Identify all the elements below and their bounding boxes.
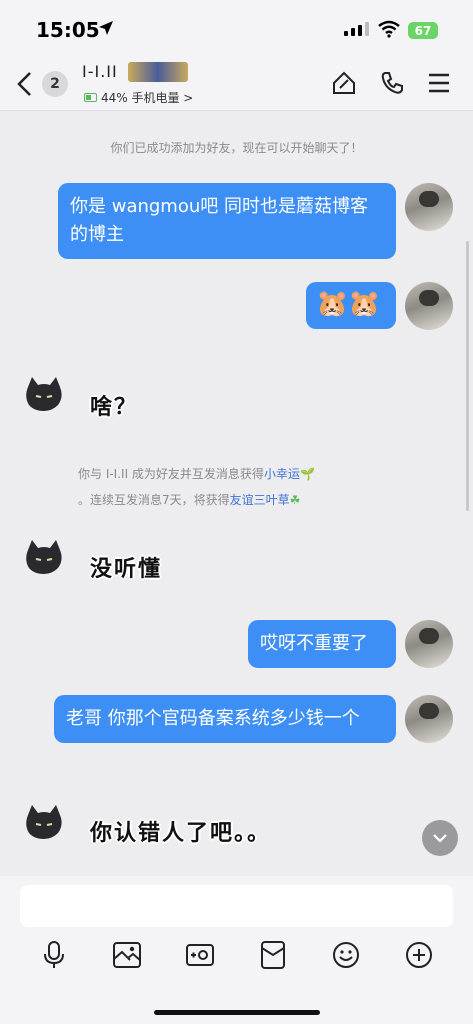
scrollbar[interactable] — [466, 241, 469, 511]
avatar-contact-cat[interactable] — [22, 373, 66, 417]
chevron-down-icon — [433, 834, 447, 843]
avatar-contact-cat[interactable] — [22, 801, 66, 845]
clover-icon: ☘ — [289, 493, 301, 507]
sprout-icon: 🌱 — [299, 467, 315, 481]
emoji-icon — [332, 942, 359, 968]
location-arrow-icon — [99, 21, 113, 35]
chat-area[interactable]: 你们已成功添加为好友，现在可以开始聊天了！ 你是 wangmou吧 同时也是蘑菇… — [0, 111, 473, 876]
redpacket-icon — [260, 941, 285, 969]
camera-icon — [186, 944, 215, 966]
phone-icon[interactable] — [379, 70, 405, 96]
avatar-self[interactable] — [405, 620, 453, 668]
system-message-friendship: 你与 I-I.II 成为好友并互发消息获得小幸运🌱 。连续互发消息7天，将获得友… — [78, 461, 396, 513]
home-icon[interactable] — [331, 70, 357, 96]
battery-level: 67 — [414, 23, 432, 38]
mic-icon — [44, 941, 65, 968]
menu-icon[interactable] — [427, 70, 451, 96]
header-actions — [331, 70, 451, 96]
status-time: 15:05 — [36, 18, 100, 42]
voice-button[interactable] — [37, 938, 71, 972]
avatar-contact-cat[interactable] — [22, 536, 66, 580]
chat-header: 2 I-I.II 44% 手机电量 > — [0, 60, 473, 111]
message-bubble-sent-emoji[interactable]: 🐹🐹 — [306, 282, 396, 329]
more-button[interactable] — [402, 938, 436, 972]
image-icon — [113, 942, 142, 968]
avatar-self[interactable] — [405, 282, 453, 330]
battery-indicator: 67 — [408, 22, 438, 39]
lucky-link[interactable]: 小幸运 — [264, 467, 300, 481]
signal-icon — [344, 22, 369, 36]
clover-link[interactable]: 友谊三叶草 — [230, 493, 290, 507]
image-button[interactable] — [110, 938, 144, 972]
message-received[interactable]: 啥？ — [90, 389, 138, 421]
input-bar — [0, 876, 473, 1024]
friendship-text-2: 。连续互发消息7天，将获得 — [78, 493, 230, 507]
contact-name[interactable]: I-I.II — [82, 62, 118, 81]
unread-badge[interactable]: 2 — [42, 71, 68, 97]
camera-button[interactable] — [183, 938, 217, 972]
input-toolbar — [0, 938, 473, 972]
avatar-self[interactable] — [405, 183, 453, 231]
message-bubble-sent[interactable]: 你是 wangmou吧 同时也是蘑菇博客的博主 — [58, 183, 396, 259]
name-flair-decoration — [128, 62, 188, 82]
home-indicator[interactable] — [154, 1010, 320, 1015]
hamster-emoji: 🐹🐹 — [316, 289, 381, 319]
emoji-button[interactable] — [329, 938, 363, 972]
avatar-self[interactable] — [405, 695, 453, 743]
friendship-text-1: 你与 I-I.II 成为好友并互发消息获得 — [78, 467, 264, 481]
contact-battery-text: 44% 手机电量 > — [101, 91, 194, 105]
wifi-icon — [378, 20, 400, 38]
battery-mini-icon — [84, 93, 97, 102]
back-icon[interactable] — [14, 70, 36, 98]
system-message-added: 你们已成功添加为好友，现在可以开始聊天了！ — [110, 141, 363, 155]
message-received[interactable]: 没听懂 — [90, 551, 162, 583]
message-bubble-sent[interactable]: 哎呀不重要了 — [248, 620, 396, 668]
message-input[interactable] — [20, 885, 453, 927]
plus-icon — [405, 942, 432, 968]
status-bar: 15:05 67 — [0, 0, 473, 60]
contact-status[interactable]: 44% 手机电量 > — [84, 89, 193, 106]
red-packet-button[interactable] — [256, 938, 290, 972]
message-received[interactable]: 你认错人了吧。。 — [90, 815, 271, 847]
message-bubble-sent[interactable]: 老哥 你那个官码备案系统多少钱一个 — [54, 695, 396, 743]
scroll-to-bottom-button[interactable] — [422, 820, 458, 856]
